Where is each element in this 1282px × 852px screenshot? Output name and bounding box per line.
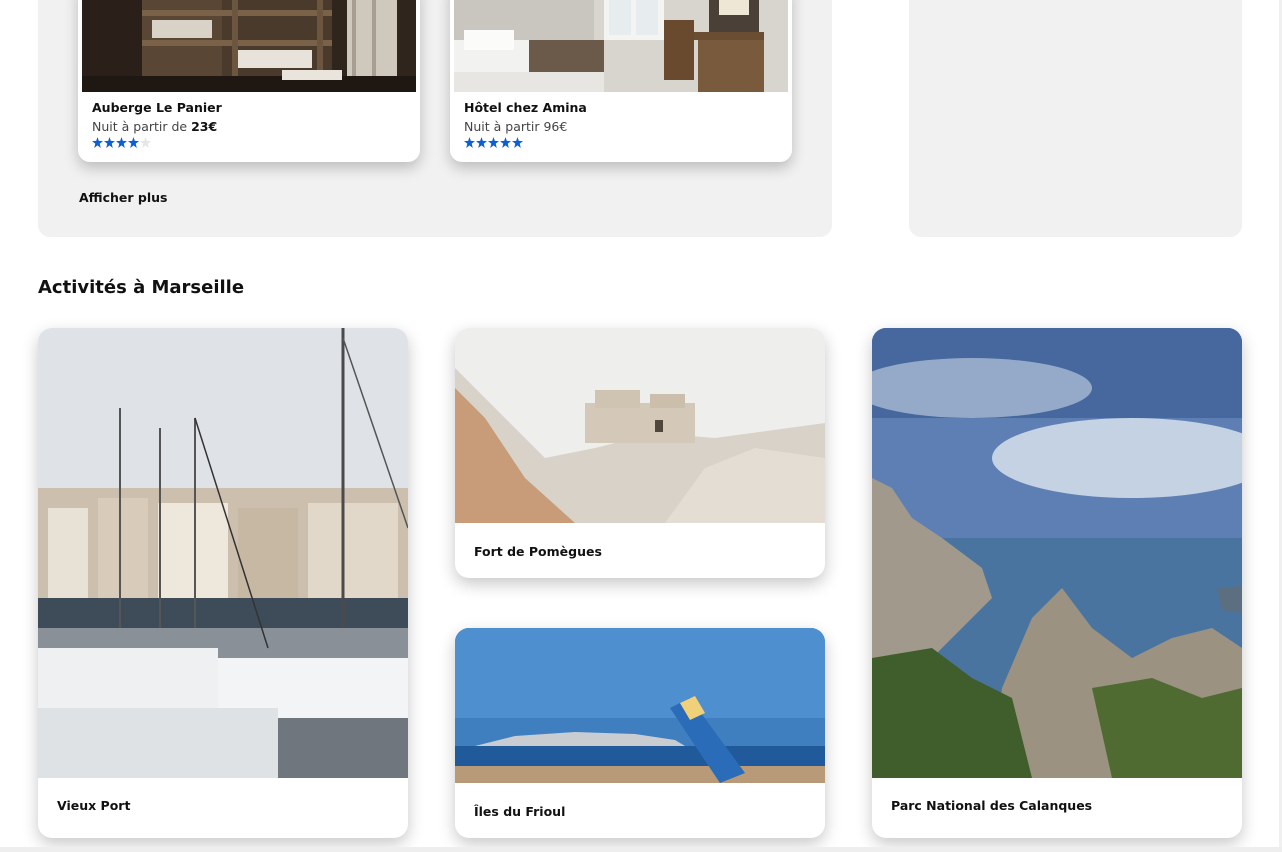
star-filled-icon (104, 137, 115, 148)
star-filled-icon (128, 137, 139, 148)
star-filled-icon (116, 137, 127, 148)
price-value: 23€ (191, 119, 218, 134)
star-filled-icon (512, 137, 523, 148)
activity-card-vieux-port[interactable]: Vieux Port (38, 328, 408, 838)
star-filled-icon (488, 137, 499, 148)
hotel-rating (464, 137, 523, 148)
hotel-photo (82, 0, 416, 92)
hotel-price: Nuit à partir de 23€ (92, 119, 217, 134)
hotel-photo (454, 0, 788, 92)
activity-photo (455, 628, 825, 783)
star-filled-icon (500, 137, 511, 148)
hotel-rating (92, 137, 151, 148)
activity-card-iles-du-frioul[interactable]: Îles du Frioul (455, 628, 825, 838)
price-prefix: Nuit à partir (464, 119, 544, 134)
activity-card-fort-de-pomegues[interactable]: Fort de Pomègues (455, 328, 825, 578)
activity-photo (872, 328, 1242, 778)
hotel-card-auberge-le-panier[interactable]: Auberge Le Panier Nuit à partir de 23€ (78, 0, 420, 162)
price-prefix: Nuit à partir de (92, 119, 192, 134)
star-filled-icon (464, 137, 475, 148)
activity-photo (455, 328, 825, 523)
activity-label: Parc National des Calanques (891, 798, 1093, 813)
hotel-name: Hôtel chez Amina (464, 100, 587, 115)
activity-card-parc-national-des-calanques[interactable]: Parc National des Calanques (872, 328, 1242, 838)
star-filled-icon (476, 137, 487, 148)
price-value: 96€ (543, 119, 568, 134)
activity-photo (38, 328, 408, 778)
hotel-price: Nuit à partir 96€ (464, 119, 567, 134)
activities-heading: Activités à Marseille (38, 277, 245, 298)
activity-label: Vieux Port (57, 798, 131, 813)
activity-label: Fort de Pomègues (474, 544, 602, 559)
map-panel[interactable] (909, 0, 1242, 237)
star-filled-icon (92, 137, 103, 148)
show-more-link[interactable]: Afficher plus (79, 190, 168, 205)
activity-label: Îles du Frioul (474, 804, 566, 819)
page-bottom-edge (0, 847, 1282, 852)
hotel-name: Auberge Le Panier (92, 100, 222, 115)
hotel-card-hotel-chez-amina[interactable]: Hôtel chez Amina Nuit à partir 96€ (450, 0, 792, 162)
star-empty-icon (140, 137, 151, 148)
